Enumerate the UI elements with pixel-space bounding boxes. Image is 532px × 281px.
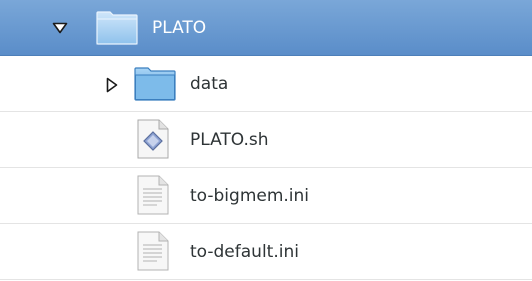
file-tree: PLATO data PLATO.sh to-bigmem.ini to-def… <box>0 0 532 281</box>
tree-row-label: data <box>190 74 229 94</box>
text-file-icon <box>137 231 169 271</box>
tree-row-label: PLATO <box>152 18 207 38</box>
tree-row-to-default-ini[interactable]: to-default.ini <box>0 224 532 280</box>
triangle-right-icon[interactable] <box>106 77 118 93</box>
tree-row-plato[interactable]: PLATO <box>0 0 532 56</box>
tree-row-label: to-default.ini <box>190 242 299 262</box>
tree-row-label: PLATO.sh <box>190 130 269 150</box>
text-file-icon <box>137 175 169 215</box>
tree-row-data[interactable]: data <box>0 56 532 112</box>
tree-row-plato-sh[interactable]: PLATO.sh <box>0 112 532 168</box>
folder-icon <box>96 11 138 45</box>
folder-icon <box>134 67 176 101</box>
tree-row-to-bigmem-ini[interactable]: to-bigmem.ini <box>0 168 532 224</box>
shell-script-icon <box>137 119 169 159</box>
triangle-down-icon[interactable] <box>52 22 68 34</box>
tree-row-label: to-bigmem.ini <box>190 186 310 206</box>
